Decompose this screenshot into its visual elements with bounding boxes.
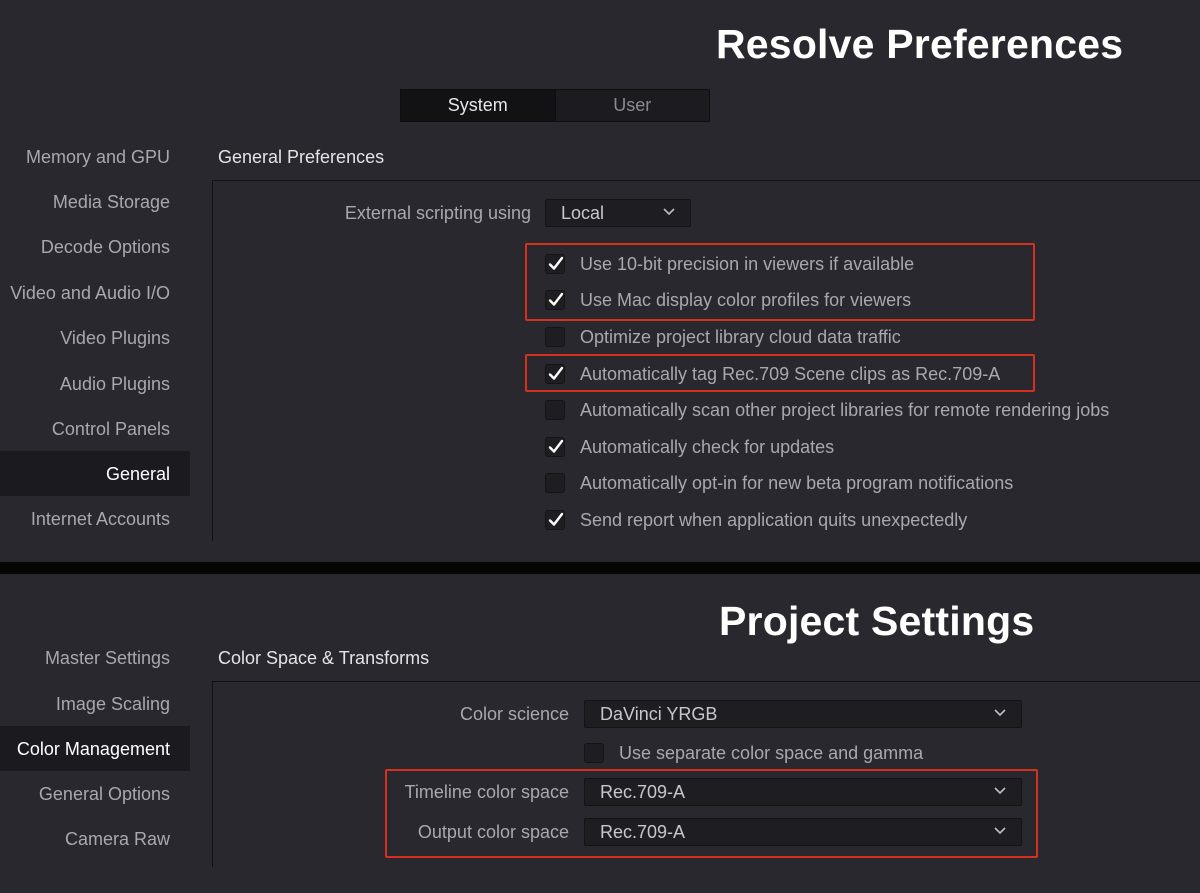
sidebar-item-general-options[interactable]: General Options [39,783,170,805]
highlight-box-color-spaces [385,769,1038,858]
sidebar-item-image-scaling[interactable]: Image Scaling [56,693,170,715]
checkbox-row-separate-color-space[interactable]: Use separate color space and gamma [584,741,923,765]
sidebar-item-internet-accounts[interactable]: Internet Accounts [31,508,170,530]
section-divider [0,562,1200,574]
external-scripting-dropdown[interactable]: Local [545,199,691,227]
checkbox-optimize-cloud-traffic[interactable] [545,327,565,347]
tab-system[interactable]: System [401,90,555,121]
tab-user[interactable]: User [554,90,710,121]
checkbox-label-auto-scan-libraries: Automatically scan other project librari… [580,399,1110,420]
chevron-down-icon [994,709,1006,717]
sidebar-item-general[interactable]: General [106,463,170,485]
general-preferences-heading: General Preferences [218,147,385,167]
checkbox-label-send-report: Send report when application quits unexp… [580,509,968,530]
resolve-preferences-title: Resolve Preferences [716,21,1124,67]
checkbox-label-separate-color-space: Use separate color space and gamma [619,742,924,763]
sidebar-item-control-panels[interactable]: Control Panels [52,418,170,440]
checkbox-row-send-report[interactable]: Send report when application quits unexp… [545,508,967,532]
checkbox-row-auto-scan-libraries[interactable]: Automatically scan other project librari… [545,398,1109,422]
color-space-transforms-heading: Color Space & Transforms [218,648,430,668]
sidebar-item-memory-and-gpu[interactable]: Memory and GPU [26,146,170,168]
sidebar-item-media-storage[interactable]: Media Storage [53,191,170,213]
sidebar-item-video-and-audio-io[interactable]: Video and Audio I/O [10,282,170,304]
sidebar-item-camera-raw[interactable]: Camera Raw [65,828,170,850]
sidebar-item-master-settings[interactable]: Master Settings [45,647,170,669]
checkbox-label-check-updates: Automatically check for updates [580,436,835,457]
checkbox-label-optimize-cloud-traffic: Optimize project library cloud data traf… [580,326,901,347]
sidebar-item-video-plugins[interactable]: Video Plugins [60,327,170,349]
checkbox-row-beta-notifications[interactable]: Automatically opt-in for new beta progra… [545,471,1013,495]
checkbox-label-beta-notifications: Automatically opt-in for new beta progra… [580,472,1014,493]
color-science-dropdown[interactable]: DaVinci YRGB [584,700,1022,728]
system-user-toggle: System User [400,89,710,122]
color-science-value: DaVinci YRGB [600,703,718,724]
chevron-down-icon [663,208,675,216]
checkbox-row-optimize-cloud-traffic[interactable]: Optimize project library cloud data traf… [545,325,901,349]
checkmark-icon [548,512,564,526]
external-scripting-label: External scripting using [344,203,531,223]
project-settings-panel: Project Settings Master Settings Image S… [0,574,1200,893]
checkbox-check-updates[interactable] [545,437,565,457]
highlight-box-viewer-options [525,243,1035,321]
color-science-label: Color science [459,704,569,724]
sidebar-item-color-management[interactable]: Color Management [17,738,170,760]
checkbox-row-check-updates[interactable]: Automatically check for updates [545,435,834,459]
project-settings-title: Project Settings [719,598,1035,644]
checkmark-icon [548,439,564,453]
highlight-box-rec709-tag [525,354,1035,392]
sidebar-item-decode-options[interactable]: Decode Options [41,236,170,258]
checkbox-send-report[interactable] [545,510,565,530]
resolve-preferences-panel: Resolve Preferences System User Memory a… [0,0,1200,562]
checkbox-beta-notifications[interactable] [545,473,565,493]
sidebar-item-audio-plugins[interactable]: Audio Plugins [60,373,170,395]
checkbox-separate-color-space[interactable] [584,743,604,763]
checkbox-auto-scan-libraries[interactable] [545,400,565,420]
external-scripting-value: Local [561,202,605,223]
